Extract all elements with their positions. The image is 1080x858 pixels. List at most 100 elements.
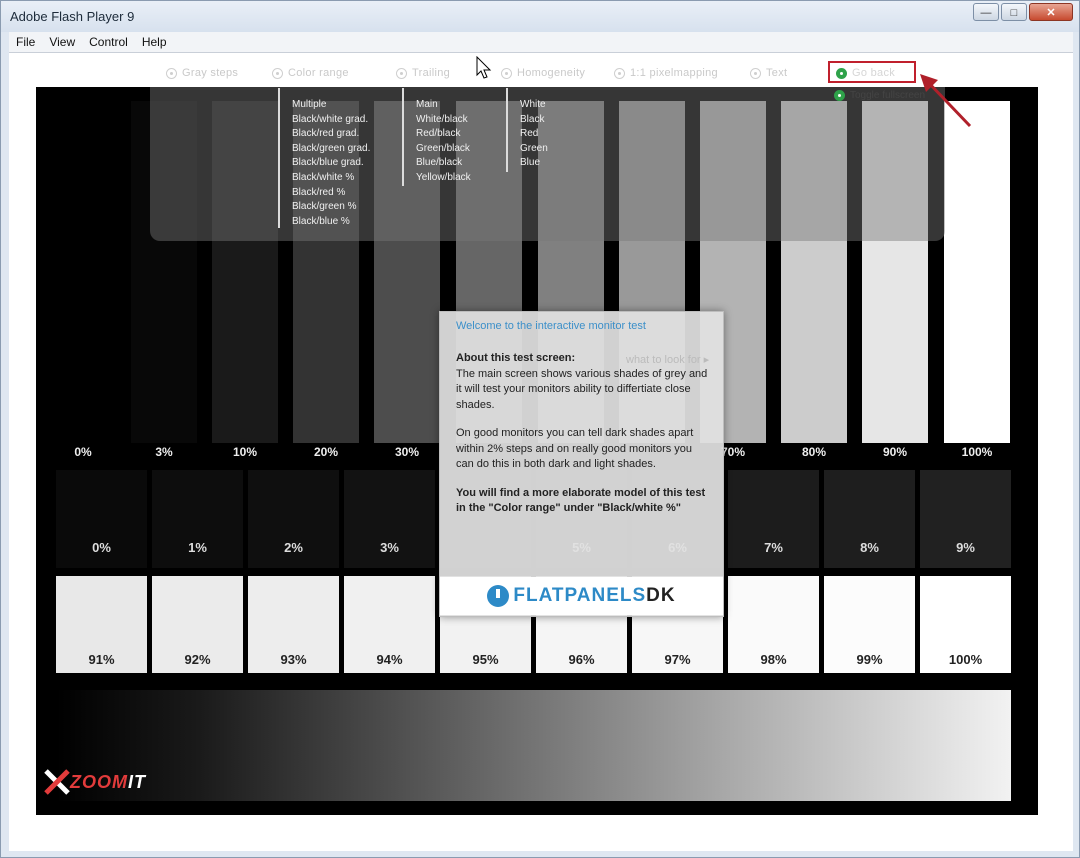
grey-bar-label: 0%: [74, 445, 92, 459]
submenu-item[interactable]: Black/green grad.: [292, 142, 370, 157]
zoomit-logo-icon: [44, 769, 70, 795]
nav-homogeneity[interactable]: Homogeneity: [501, 67, 585, 79]
popup-body: About this test screen: The main screen …: [456, 351, 712, 530]
submenu-item[interactable]: Black/white grad.: [292, 113, 370, 128]
radio-icon: [834, 90, 845, 101]
grey-bar-label: 90%: [882, 445, 908, 459]
popup-title: Welcome to the interactive monitor test: [456, 320, 646, 332]
maximize-button[interactable]: □: [1001, 3, 1027, 21]
menu-file[interactable]: File: [9, 35, 42, 49]
zoomit-brand: ZOOMIT: [70, 772, 146, 793]
nav-text[interactable]: Text: [750, 67, 787, 79]
light-step-label: 95%: [472, 652, 499, 667]
radio-icon: [166, 67, 177, 79]
divider: [402, 88, 404, 186]
homogeneity-submenu: White Black Red Green Blue: [520, 98, 548, 171]
submenu-item[interactable]: Black/white %: [292, 171, 370, 186]
nav-label: 1:1 pixelmapping: [630, 67, 718, 79]
dark-step-label: 1%: [188, 540, 207, 555]
nav-label: Homogeneity: [517, 67, 586, 79]
submenu-item[interactable]: Black/blue %: [292, 215, 370, 230]
submenu-item[interactable]: Green: [520, 142, 548, 157]
submenu-item[interactable]: Red: [520, 127, 548, 142]
window-title: Adobe Flash Player 9: [10, 9, 135, 24]
power-icon: [487, 585, 510, 607]
light-step-label: 96%: [568, 652, 595, 667]
menu-control[interactable]: Control: [82, 35, 135, 49]
dark-step-label: 2%: [284, 540, 303, 555]
nav-label: Trailing: [412, 67, 451, 79]
submenu-item[interactable]: Multiple: [292, 98, 370, 113]
radio-icon: [501, 67, 512, 79]
radio-icon: [750, 67, 761, 79]
submenu-item[interactable]: Black/red grad.: [292, 127, 370, 142]
submenu-item[interactable]: Red/black: [416, 127, 471, 142]
grey-gradient: [56, 690, 1011, 801]
popup-paragraph: The main screen shows various shades of …: [456, 367, 708, 411]
grey-bar: [944, 101, 1010, 443]
dark-step-label: 7%: [764, 540, 783, 555]
title-bar[interactable]: Adobe Flash Player 9 — □ ✕: [1, 1, 1079, 32]
radio-icon: [614, 67, 625, 79]
trailing-submenu: Main White/black Red/black Green/black Blue/…: [416, 98, 471, 186]
light-step-label: 94%: [376, 652, 403, 667]
brand-it: IT: [128, 771, 146, 792]
nav-label: Text: [766, 67, 788, 79]
dark-step-label: 3%: [380, 540, 399, 555]
dark-step-label: 0%: [92, 540, 111, 555]
zoomit-watermark: ZOOMIT: [42, 767, 146, 797]
grey-bar-label: 20%: [313, 445, 339, 459]
close-button[interactable]: ✕: [1029, 3, 1073, 21]
submenu-item[interactable]: Main: [416, 98, 471, 113]
submenu-item[interactable]: Black/red %: [292, 186, 370, 201]
flatpanels-logo: FLATPANELSDK: [440, 577, 723, 615]
nav-pixelmapping[interactable]: 1:1 pixelmapping: [614, 67, 718, 79]
light-step-label: 99%: [856, 652, 883, 667]
mouse-cursor-icon: [476, 56, 492, 79]
divider: [506, 88, 508, 172]
nav-trailing[interactable]: Trailing: [396, 67, 450, 79]
logo-text-dark: DK: [646, 585, 676, 606]
color-range-submenu: Multiple Black/white grad. Black/red grad.…: [292, 98, 370, 229]
grey-bar-label: 80%: [801, 445, 827, 459]
toggle-fullscreen-label: Toggle fullscreen: [850, 90, 926, 101]
popup-paragraph: You will find a more elaborate model of …: [456, 486, 706, 515]
grey-bar-label: 100%: [961, 445, 993, 459]
popup-paragraph: On good monitors you can tell dark shade…: [456, 427, 694, 470]
submenu-item[interactable]: Green/black: [416, 142, 471, 157]
dark-step-label: 8%: [860, 540, 879, 555]
submenu-item[interactable]: Blue/black: [416, 156, 471, 171]
light-step-label: 93%: [280, 652, 307, 667]
submenu-item[interactable]: White: [520, 98, 548, 113]
submenu-item[interactable]: Black: [520, 113, 548, 128]
dark-step-label: 9%: [956, 540, 975, 555]
logo-text-blue: FLATPANELS: [513, 585, 647, 606]
divider: [278, 88, 280, 228]
submenu-item[interactable]: Yellow/black: [416, 171, 471, 186]
popup-heading: About this test screen:: [456, 352, 576, 364]
submenu-item[interactable]: Blue: [520, 156, 548, 171]
submenu-item[interactable]: Black/green %: [292, 200, 370, 215]
toggle-fullscreen[interactable]: Toggle fullscreen: [834, 90, 925, 101]
submenu-item[interactable]: White/black: [416, 113, 471, 128]
light-step-label: 98%: [760, 652, 787, 667]
nav-label: Color range: [288, 67, 349, 79]
menu-help[interactable]: Help: [135, 35, 174, 49]
minimize-button[interactable]: —: [973, 3, 999, 21]
light-step-label: 100%: [948, 652, 983, 667]
menu-view[interactable]: View: [42, 35, 82, 49]
window-controls: — □ ✕: [971, 3, 1073, 21]
grey-bar: [50, 101, 116, 443]
red-arrow-icon: [920, 74, 972, 128]
nav-gray-steps[interactable]: Gray steps: [166, 67, 238, 79]
highlight-box: [828, 61, 916, 83]
menu-bar: File View Control Help: [9, 32, 1073, 53]
radio-icon: [272, 67, 283, 79]
nav-label: Gray steps: [182, 67, 239, 79]
grey-bar-label: 10%: [232, 445, 258, 459]
light-step-label: 91%: [88, 652, 115, 667]
light-step-label: 92%: [184, 652, 211, 667]
submenu-item[interactable]: Black/blue grad.: [292, 156, 370, 171]
grey-bar-label: 30%: [394, 445, 420, 459]
nav-color-range[interactable]: Color range: [272, 67, 349, 79]
